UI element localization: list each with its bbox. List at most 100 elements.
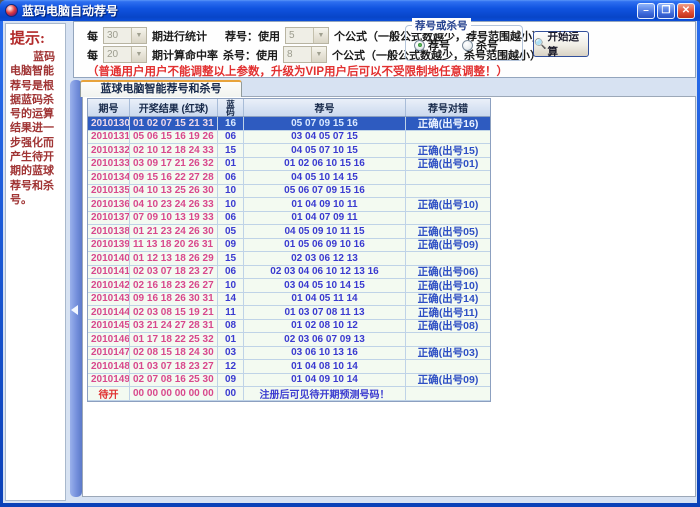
column-header[interactable]: 荐号对错 bbox=[406, 99, 490, 116]
blue-ball-cell[interactable]: 12 bbox=[218, 360, 244, 373]
period-cell[interactable]: 2010137 bbox=[88, 212, 130, 225]
stat-period-combo[interactable]: 30 ▼ bbox=[103, 27, 147, 44]
blue-ball-cell[interactable]: 15 bbox=[218, 144, 244, 157]
blue-ball-cell[interactable]: 09 bbox=[218, 239, 244, 252]
column-header[interactable]: 期号 bbox=[88, 99, 130, 116]
blue-ball-cell[interactable]: 14 bbox=[218, 293, 244, 306]
table-row[interactable]: 201014902 07 08 16 25 300901 04 09 10 14… bbox=[88, 374, 490, 388]
table-row[interactable]: 201013504 10 13 25 26 301005 06 07 09 15… bbox=[88, 185, 490, 199]
table-row[interactable]: 201013801 21 23 24 26 300504 05 09 10 11… bbox=[88, 225, 490, 239]
result-cell[interactable] bbox=[406, 131, 490, 144]
pick-formula-combo[interactable]: 5 ▼ bbox=[285, 27, 329, 44]
period-cell[interactable]: 2010148 bbox=[88, 360, 130, 373]
red-balls-cell[interactable]: 02 03 07 18 23 27 bbox=[130, 266, 218, 279]
tab-blue-ball-picks[interactable]: 蓝球电脑智能荐号和杀号 bbox=[80, 80, 242, 97]
blue-ball-cell[interactable]: 16 bbox=[218, 117, 244, 130]
chevron-down-icon[interactable]: ▼ bbox=[131, 28, 146, 43]
table-row[interactable]: 201013202 10 12 18 24 331504 05 07 10 15… bbox=[88, 144, 490, 158]
result-cell[interactable] bbox=[406, 387, 490, 400]
result-cell[interactable]: 正确(出号09) bbox=[406, 374, 490, 387]
red-balls-cell[interactable]: 01 21 23 24 26 30 bbox=[130, 225, 218, 238]
period-cell[interactable]: 2010145 bbox=[88, 320, 130, 333]
result-cell[interactable] bbox=[406, 185, 490, 198]
blue-ball-cell[interactable]: 00 bbox=[218, 387, 244, 400]
picks-cell[interactable]: 01 04 07 09 11 bbox=[244, 212, 406, 225]
red-balls-cell[interactable]: 01 17 18 22 25 32 bbox=[130, 333, 218, 346]
run-button[interactable]: 🔍 开始运算 bbox=[533, 31, 589, 57]
red-balls-cell[interactable]: 01 12 13 18 26 29 bbox=[130, 252, 218, 265]
table-row[interactable]: 201013105 06 15 16 19 260603 04 05 07 15 bbox=[88, 131, 490, 145]
period-cell[interactable]: 2010139 bbox=[88, 239, 130, 252]
red-balls-cell[interactable]: 02 07 08 16 25 30 bbox=[130, 374, 218, 387]
picks-cell[interactable]: 02 03 06 07 09 13 bbox=[244, 333, 406, 346]
picks-cell[interactable]: 01 03 07 08 11 13 bbox=[244, 306, 406, 319]
table-row[interactable]: 201013001 02 07 15 21 311605 07 09 15 16… bbox=[88, 117, 490, 131]
picks-cell[interactable]: 05 07 09 15 16 bbox=[244, 117, 406, 130]
table-row[interactable]: 待开00 00 00 00 00 0000注册后可见待开期预测号码！ bbox=[88, 387, 490, 401]
red-balls-cell[interactable]: 04 10 13 25 26 30 bbox=[130, 185, 218, 198]
result-cell[interactable]: 正确(出号10) bbox=[406, 279, 490, 292]
red-balls-cell[interactable]: 05 06 15 16 19 26 bbox=[130, 131, 218, 144]
period-cell[interactable]: 2010147 bbox=[88, 347, 130, 360]
result-cell[interactable]: 正确(出号15) bbox=[406, 144, 490, 157]
picks-cell[interactable]: 03 04 05 10 14 15 bbox=[244, 279, 406, 292]
blue-ball-cell[interactable]: 10 bbox=[218, 198, 244, 211]
red-balls-cell[interactable]: 02 08 15 18 24 30 bbox=[130, 347, 218, 360]
table-row[interactable]: 201013911 13 18 20 26 310901 05 06 09 10… bbox=[88, 239, 490, 253]
column-header[interactable]: 荐号 bbox=[244, 99, 406, 116]
blue-ball-cell[interactable]: 10 bbox=[218, 279, 244, 292]
minimize-button[interactable]: – bbox=[637, 3, 655, 19]
table-row[interactable]: 201013707 09 10 13 19 330601 04 07 09 11 bbox=[88, 212, 490, 226]
period-cell[interactable]: 2010142 bbox=[88, 279, 130, 292]
picks-cell[interactable]: 02 03 06 12 13 bbox=[244, 252, 406, 265]
red-balls-cell[interactable]: 00 00 00 00 00 00 bbox=[130, 387, 218, 400]
red-balls-cell[interactable]: 09 15 16 22 27 28 bbox=[130, 171, 218, 184]
chevron-down-icon[interactable]: ▼ bbox=[313, 28, 328, 43]
red-balls-cell[interactable]: 03 21 24 27 28 31 bbox=[130, 320, 218, 333]
column-header[interactable]: 蓝 码 bbox=[218, 99, 244, 116]
result-cell[interactable]: 正确(出号09) bbox=[406, 239, 490, 252]
collapse-arrow-icon[interactable] bbox=[71, 305, 78, 315]
picks-cell[interactable]: 03 06 10 13 16 bbox=[244, 347, 406, 360]
result-cell[interactable]: 正确(出号06) bbox=[406, 266, 490, 279]
red-balls-cell[interactable]: 02 16 18 23 26 27 bbox=[130, 279, 218, 292]
blue-ball-cell[interactable]: 05 bbox=[218, 225, 244, 238]
hitrate-period-combo[interactable]: 20 ▼ bbox=[103, 46, 147, 63]
picks-cell[interactable]: 05 06 07 09 15 16 bbox=[244, 185, 406, 198]
red-balls-cell[interactable]: 11 13 18 20 26 31 bbox=[130, 239, 218, 252]
blue-ball-cell[interactable]: 08 bbox=[218, 320, 244, 333]
picks-cell[interactable]: 03 04 05 07 15 bbox=[244, 131, 406, 144]
blue-ball-cell[interactable]: 06 bbox=[218, 171, 244, 184]
result-cell[interactable] bbox=[406, 252, 490, 265]
blue-ball-cell[interactable]: 11 bbox=[218, 306, 244, 319]
result-cell[interactable]: 正确(出号05) bbox=[406, 225, 490, 238]
chevron-down-icon[interactable]: ▼ bbox=[131, 47, 146, 62]
kill-formula-combo[interactable]: 8 ▼ bbox=[283, 46, 327, 63]
red-balls-cell[interactable]: 02 10 12 18 24 33 bbox=[130, 144, 218, 157]
period-cell[interactable]: 2010134 bbox=[88, 171, 130, 184]
red-balls-cell[interactable]: 02 03 08 15 19 21 bbox=[130, 306, 218, 319]
blue-ball-cell[interactable]: 15 bbox=[218, 252, 244, 265]
period-cell[interactable]: 2010138 bbox=[88, 225, 130, 238]
picks-cell[interactable]: 04 05 09 10 11 15 bbox=[244, 225, 406, 238]
radio-pick[interactable]: 荐号 bbox=[414, 37, 450, 53]
blue-ball-cell[interactable]: 06 bbox=[218, 266, 244, 279]
period-cell[interactable]: 2010140 bbox=[88, 252, 130, 265]
picks-cell[interactable]: 01 05 06 09 10 16 bbox=[244, 239, 406, 252]
blue-ball-cell[interactable]: 01 bbox=[218, 333, 244, 346]
period-cell[interactable]: 2010132 bbox=[88, 144, 130, 157]
red-balls-cell[interactable]: 03 09 17 21 26 32 bbox=[130, 158, 218, 171]
picks-cell[interactable]: 注册后可见待开期预测号码！ bbox=[244, 387, 406, 400]
blue-ball-cell[interactable]: 09 bbox=[218, 374, 244, 387]
period-cell[interactable]: 2010135 bbox=[88, 185, 130, 198]
period-cell[interactable]: 待开 bbox=[88, 387, 130, 400]
blue-ball-cell[interactable]: 03 bbox=[218, 347, 244, 360]
chevron-down-icon[interactable]: ▼ bbox=[311, 47, 326, 62]
column-header[interactable]: 开奖结果 (红球) bbox=[130, 99, 218, 116]
period-cell[interactable]: 2010133 bbox=[88, 158, 130, 171]
table-row[interactable]: 201014202 16 18 23 26 271003 04 05 10 14… bbox=[88, 279, 490, 293]
table-row[interactable]: 201013409 15 16 22 27 280604 05 10 14 15 bbox=[88, 171, 490, 185]
picks-cell[interactable]: 01 04 09 10 14 bbox=[244, 374, 406, 387]
table-row[interactable]: 201013604 10 23 24 26 331001 04 09 10 11… bbox=[88, 198, 490, 212]
maximize-button[interactable]: ❐ bbox=[657, 3, 675, 19]
